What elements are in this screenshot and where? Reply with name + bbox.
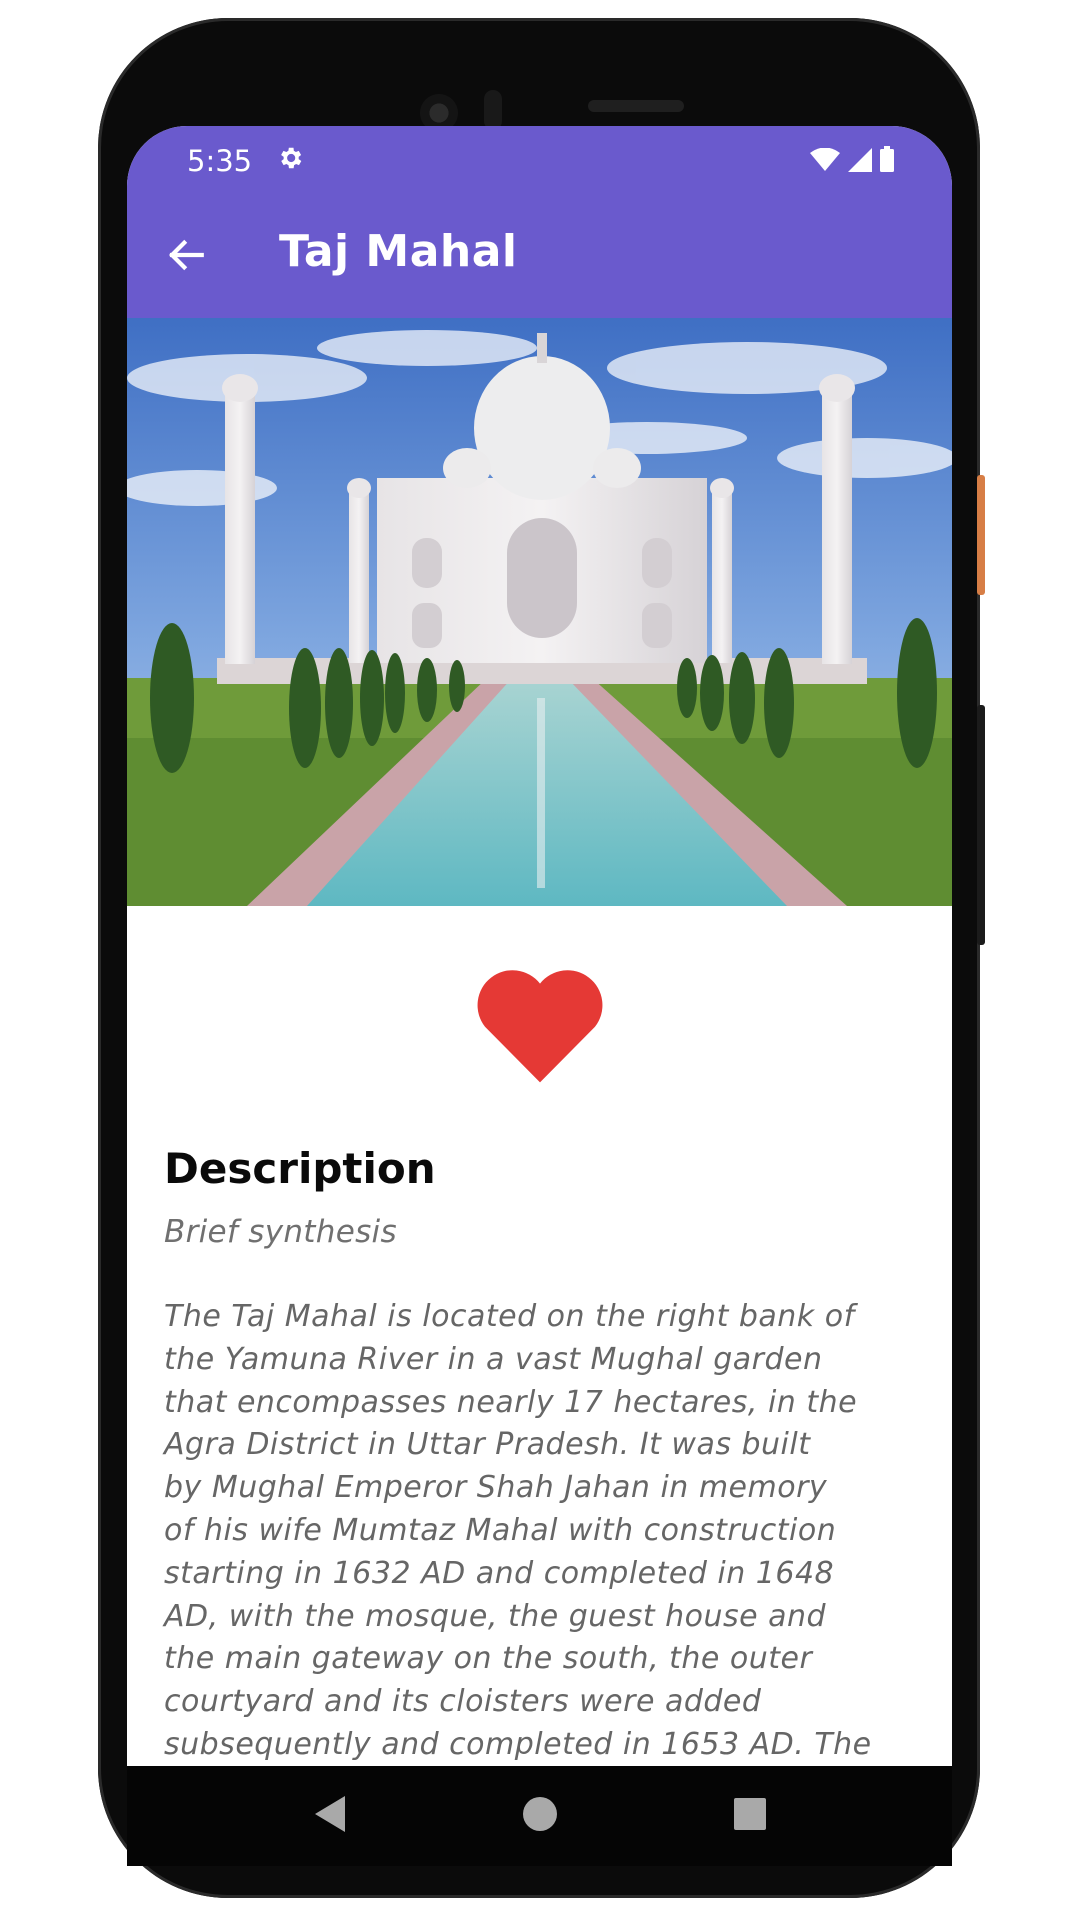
cell-signal-icon [848, 148, 872, 172]
arrow-left-icon[interactable] [165, 234, 207, 276]
app-bar: Taj Mahal [127, 196, 952, 318]
status-icons [810, 146, 894, 172]
description-line: The Taj Mahal is located on the right ba… [164, 1299, 855, 1334]
description-heading: Description [164, 1144, 436, 1193]
description-body: The Taj Mahal is located on the right ba… [164, 1296, 926, 1766]
description-line: by Mughal Emperor Shah Jahan in memory [164, 1470, 828, 1506]
description-line: subsequently and completed in 1653 AD. T… [164, 1726, 872, 1762]
description-line: of his wife Mumtaz Mahal with constructi… [164, 1512, 837, 1548]
recents-square-icon[interactable] [734, 1798, 766, 1830]
gear-icon [281, 147, 302, 169]
description-line: courtyard and its cloisters were added [164, 1684, 762, 1720]
volume-button[interactable] [977, 705, 985, 945]
app-screen: 5:35 Taj Mahal Description Brief synthes… [127, 126, 952, 1766]
description-subtitle: Brief synthesis [164, 1214, 397, 1250]
page-title: Taj Mahal [279, 226, 518, 277]
description-line: AD, with the mosque, the guest house and [164, 1598, 827, 1634]
back-triangle-icon[interactable] [313, 1794, 347, 1834]
status-time: 5:35 [187, 144, 253, 178]
status-bar: 5:35 [127, 126, 952, 196]
description-line: that encompasses nearly 17 hectares, in … [164, 1384, 858, 1420]
home-circle-icon[interactable] [523, 1797, 557, 1831]
description-line: Agra District in Uttar Pradesh. It was b… [164, 1427, 811, 1463]
proximity-sensor [484, 90, 502, 130]
battery-icon [880, 146, 894, 172]
description-line: starting in 1632 AD and completed in 164… [164, 1555, 835, 1591]
description-line: the Yamuna River in a vast Mughal garden [164, 1341, 823, 1377]
power-button[interactable] [977, 475, 985, 595]
wifi-icon [810, 148, 840, 171]
description-line: the main gateway on the south, the outer [164, 1641, 813, 1677]
hero-image [127, 318, 952, 906]
earpiece [588, 100, 684, 112]
heart-icon[interactable] [465, 948, 615, 1098]
navigation-bar [127, 1766, 952, 1866]
